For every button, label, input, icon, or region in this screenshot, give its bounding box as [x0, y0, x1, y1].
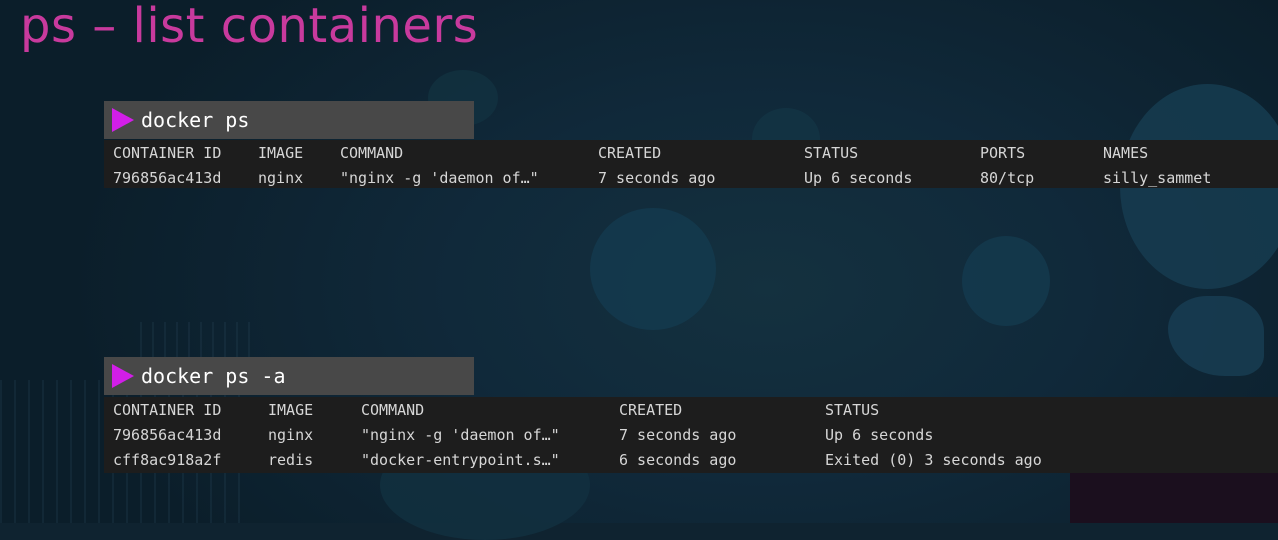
play-triangle-icon [112, 364, 134, 388]
table-row: cff8ac918a2f redis "docker-entrypoint.s…… [104, 451, 1278, 475]
background-pattern [140, 322, 260, 362]
column-header-names: NAMES [1103, 144, 1149, 162]
column-header-status: STATUS [804, 144, 859, 162]
table-header-row: CONTAINER ID IMAGE COMMAND CREATED STATU… [104, 144, 1278, 168]
column-header-image: IMAGE [258, 144, 304, 162]
cell-image: redis [268, 451, 314, 469]
cell-status: Up 6 seconds [825, 426, 934, 444]
cell-container-id: cff8ac918a2f [113, 451, 222, 469]
column-header-container-id: CONTAINER ID [113, 144, 222, 162]
cell-image: nginx [268, 426, 314, 444]
cell-status: Up 6 seconds [804, 169, 913, 187]
command-text: docker ps -a [141, 364, 286, 388]
column-header-created: CREATED [619, 401, 683, 419]
background-bubble [962, 236, 1050, 326]
cell-command: "docker-entrypoint.s…" [361, 451, 560, 469]
ps-all-output-table: CONTAINER ID IMAGE COMMAND CREATED STATU… [104, 397, 1278, 473]
ps-output-table: CONTAINER ID IMAGE COMMAND CREATED STATU… [104, 140, 1278, 188]
cell-command: "nginx -g 'daemon of…" [340, 169, 539, 187]
play-triangle-icon [112, 108, 134, 132]
cell-status: Exited (0) 3 seconds ago [825, 451, 1042, 469]
cell-created: 6 seconds ago [619, 451, 737, 469]
slide-title: ps – list containers [20, 0, 479, 54]
command-bar: docker ps -a [104, 357, 474, 395]
cell-ports: 80/tcp [980, 169, 1035, 187]
column-header-command: COMMAND [340, 144, 404, 162]
cell-container-id: 796856ac413d [113, 426, 222, 444]
column-header-container-id: CONTAINER ID [113, 401, 222, 419]
command-text: docker ps [141, 108, 250, 132]
column-header-image: IMAGE [268, 401, 314, 419]
column-header-ports: PORTS [980, 144, 1026, 162]
cell-created: 7 seconds ago [598, 169, 716, 187]
table-row: 796856ac413d nginx "nginx -g 'daemon of…… [104, 426, 1278, 450]
cell-command: "nginx -g 'daemon of…" [361, 426, 560, 444]
table-header-row: CONTAINER ID IMAGE COMMAND CREATED STATU… [104, 401, 1278, 425]
background-bubble [590, 208, 716, 330]
cell-image: nginx [258, 169, 304, 187]
command-bar: docker ps [104, 101, 474, 139]
column-header-status: STATUS [825, 401, 880, 419]
column-header-command: COMMAND [361, 401, 425, 419]
cell-container-id: 796856ac413d [113, 169, 222, 187]
table-row: 796856ac413d nginx "nginx -g 'daemon of…… [104, 169, 1278, 193]
cell-created: 7 seconds ago [619, 426, 737, 444]
column-header-created: CREATED [598, 144, 662, 162]
cell-names: silly_sammet [1103, 169, 1212, 187]
